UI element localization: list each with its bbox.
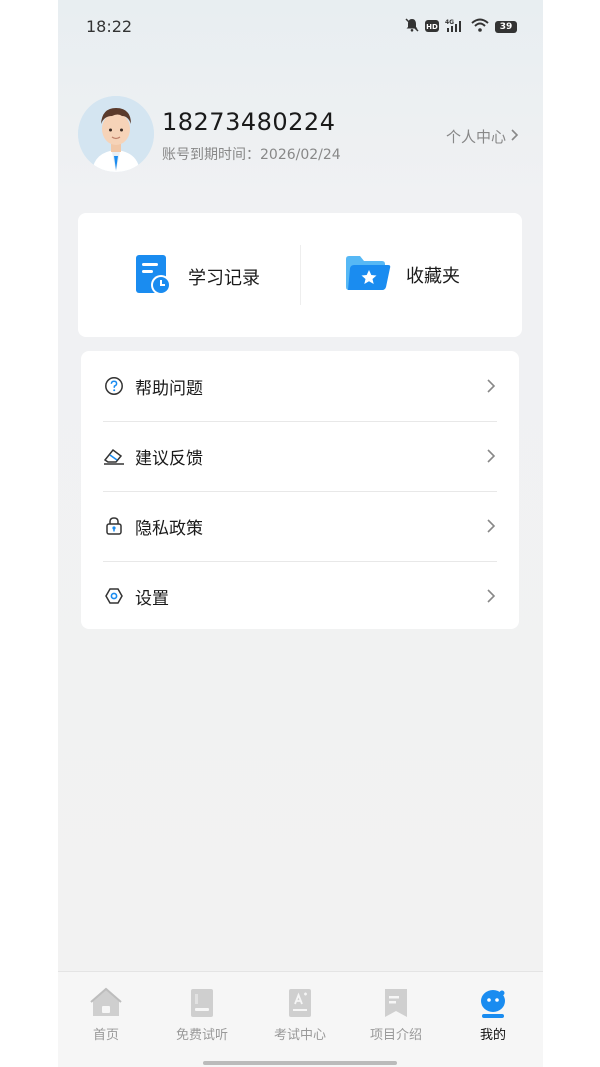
chevron-right-icon [485,518,497,534]
tab-mine[interactable]: 我的 [453,986,533,1043]
menu-label-privacy: 隐私政策 [135,518,203,539]
status-time: 18:22 [86,17,133,36]
book-icon [185,986,219,1020]
expire-info: 账号到期时间：2026/02/24 [162,144,341,164]
tab-label-free-trial: 免费试听 [175,1028,228,1043]
settings-hexagon-icon [103,585,125,607]
tab-free-trial[interactable]: 免费试听 [162,986,242,1043]
study-record-button[interactable]: 学习记录 [134,253,260,301]
hd-icon: HD [425,17,439,36]
quick-actions-card: 学习记录 收藏夹 [78,213,522,337]
home-icon [89,986,123,1020]
bookmark-icon [379,986,413,1020]
status-bar: 18:22 HD 4G 39 [58,0,543,52]
favorites-button[interactable]: 收藏夹 [344,253,460,297]
chevron-right-icon [485,588,497,604]
feedback-eraser-icon [103,445,125,467]
favorites-folder-icon [344,253,392,297]
favorites-label: 收藏夹 [406,266,460,287]
help-question-icon [103,375,125,397]
chevron-right-icon [485,378,497,394]
chevron-right-icon [485,448,497,464]
tab-project-intro[interactable]: 项目介绍 [356,986,436,1043]
menu-item-privacy[interactable]: 隐私政策 [103,491,497,562]
my-robot-icon [476,986,510,1020]
svg-text:4G: 4G [445,19,454,26]
wifi-icon [471,17,489,36]
bottom-tab-bar: 首页 免费试听 考试中心 项目介绍 我的 [58,971,543,1067]
study-record-label: 学习记录 [188,268,260,289]
expire-date: 2026/02/24 [260,147,341,163]
menu-item-settings[interactable]: 设置 [103,561,497,631]
study-record-icon [134,253,174,301]
tab-label-mine: 我的 [479,1028,506,1043]
menu-label-settings: 设置 [135,588,169,609]
avatar[interactable] [78,96,154,172]
app-screen: 18:22 HD 4G 39 18273480224 账号到期时间：2026/0… [58,0,543,1067]
menu-label-help: 帮助问题 [135,378,203,399]
tab-label-exam-center: 考试中心 [273,1028,326,1043]
menu-item-feedback[interactable]: 建议反馈 [103,421,497,492]
menu-list-card: 帮助问题 建议反馈 隐私政策 设置 [81,351,519,629]
personal-center-link[interactable]: 个人中心 [446,126,519,147]
menu-label-feedback: 建议反馈 [135,448,203,469]
privacy-lock-icon [103,515,125,537]
profile-header: 18273480224 账号到期时间：2026/02/24 个人中心 [78,96,523,176]
battery-icon: 39 [495,20,517,33]
tab-label-project-intro: 项目介绍 [369,1028,422,1043]
tab-label-home: 首页 [92,1028,119,1043]
svg-text:HD: HD [426,23,438,31]
exam-icon [283,986,317,1020]
status-icons: HD 4G 39 [405,17,517,36]
menu-item-help[interactable]: 帮助问题 [103,351,497,422]
mute-bell-icon [405,17,419,36]
home-indicator[interactable] [203,1061,397,1065]
user-phone-number: 18273480224 [162,108,336,136]
quick-divider [300,245,301,305]
signal-icon: 4G [445,17,465,36]
tab-home[interactable]: 首页 [66,986,146,1043]
expire-label: 账号到期时间： [162,147,260,163]
tab-exam-center[interactable]: 考试中心 [260,986,340,1043]
personal-center-label: 个人中心 [445,128,506,146]
chevron-right-icon [510,128,519,146]
